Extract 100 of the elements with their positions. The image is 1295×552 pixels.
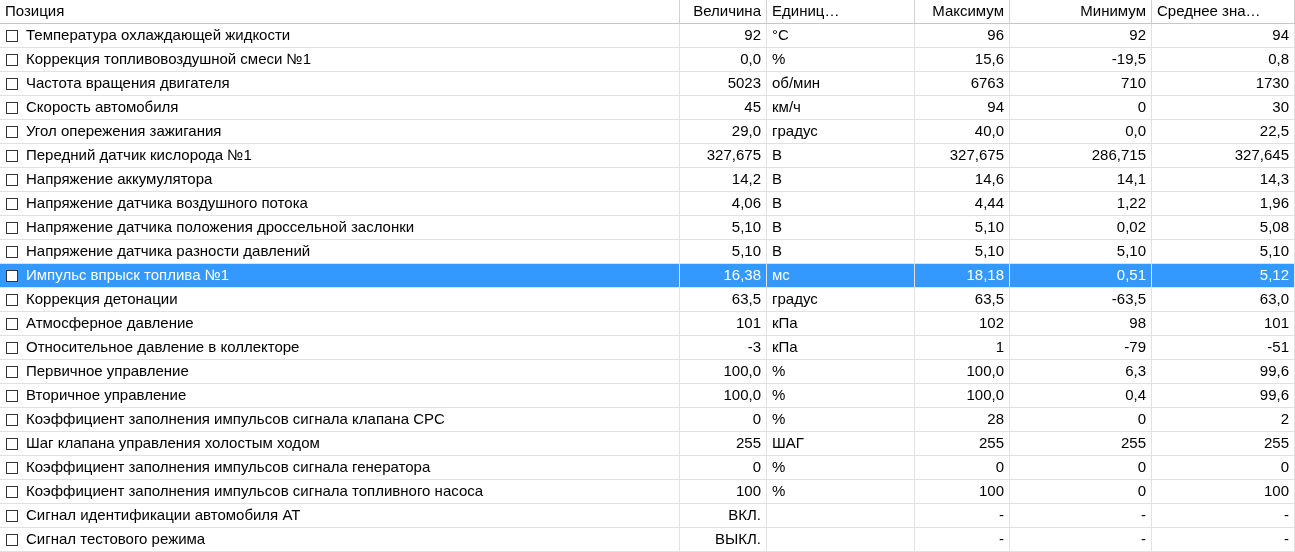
table-cell-text: Импульс впрыск топлива №1 <box>26 265 230 286</box>
table-cell-text: 100,0 <box>723 385 761 406</box>
column-header[interactable]: Среднее зна… <box>1152 0 1295 23</box>
table-cell-text: 5,12 <box>1259 265 1289 286</box>
table-row[interactable]: Сигнал тестового режима ВЫКЛ. - - - <box>0 528 1295 552</box>
table-cell-text: 255 <box>978 433 1004 454</box>
table-cell-text: 0 <box>752 409 761 430</box>
table-cell-text: Коэффициент заполнения импульсов сигнала клапана CPC <box>26 409 445 430</box>
checkbox[interactable] <box>6 341 18 354</box>
table-cell-text: градус <box>772 121 818 142</box>
table-cell-text: 4,44 <box>974 193 1004 214</box>
table-cell-text: -19,5 <box>1111 49 1146 70</box>
table-cell-text: Скорость автомобиля <box>26 97 179 118</box>
table-cell-text: 5,10 <box>731 217 761 238</box>
checkbox[interactable] <box>6 365 18 378</box>
checkbox[interactable] <box>6 197 18 210</box>
table-cell-text: 40,0 <box>974 121 1004 142</box>
checkbox[interactable] <box>6 437 18 450</box>
checkbox[interactable] <box>6 269 18 282</box>
table-row[interactable]: Температура охлаждающей жидкости 92 °C 96 92 94 <box>0 24 1295 48</box>
table-row[interactable]: Коррекция детонации 63,5 градус 63,5 -63,5 63,0 <box>0 288 1295 312</box>
table-row[interactable]: Атмосферное давление 101 кПа 102 98 101 <box>0 312 1295 336</box>
table-cell-text: ВЫКЛ. <box>714 529 761 550</box>
table-row[interactable]: Коэффициент заполнения импульсов сигнала топливного насоса 100 % 100 0 100 <box>0 480 1295 504</box>
checkbox[interactable] <box>6 533 18 546</box>
table-cell-text: об/мин <box>772 73 821 94</box>
table-cell-text: 94 <box>1272 25 1289 46</box>
table-row[interactable]: Шаг клапана управления холостым ходом 255 ШАГ 255 255 255 <box>0 432 1295 456</box>
table-row[interactable]: Напряжение аккумулятора 14,2 В 14,6 14,1 14,3 <box>0 168 1295 192</box>
checkbox[interactable] <box>6 461 18 474</box>
column-header[interactable]: Позиция <box>0 0 680 23</box>
table-cell-text: ШАГ <box>772 433 804 454</box>
table-cell-text: °C <box>772 25 789 46</box>
table-cell-text: 100 <box>1263 481 1289 502</box>
table-cell-text: 5,10 <box>731 241 761 262</box>
table-row[interactable]: Напряжение датчика разности давлений 5,10 В 5,10 5,10 5,10 <box>0 240 1295 264</box>
table-cell-text: 92 <box>1129 25 1146 46</box>
table-cell-text: - <box>1141 529 1146 550</box>
table-cell-text: 100 <box>978 481 1004 502</box>
checkbox[interactable] <box>6 509 18 522</box>
column-header[interactable]: Максимум <box>915 0 1010 23</box>
table-cell-text: 0,0 <box>740 49 761 70</box>
checkbox[interactable] <box>6 29 18 42</box>
table-row[interactable]: Сигнал идентификации автомобиля AT ВКЛ. - - - <box>0 504 1295 528</box>
table-cell-text: 0,4 <box>1125 385 1146 406</box>
table-cell-text: 255 <box>1263 433 1289 454</box>
table-row[interactable]: Напряжение датчика положения дроссельной заслонки 5,10 В 5,10 0,02 5,08 <box>0 216 1295 240</box>
table-row[interactable]: Вторичное управление 100,0 % 100,0 0,4 99,6 <box>0 384 1295 408</box>
table-cell-text: 63,5 <box>974 289 1004 310</box>
checkbox[interactable] <box>6 245 18 258</box>
table-cell-text: 255 <box>1120 433 1146 454</box>
checkbox[interactable] <box>6 53 18 66</box>
checkbox[interactable] <box>6 149 18 162</box>
table-cell-text: -51 <box>1267 337 1289 358</box>
table-cell-text: -79 <box>1124 337 1146 358</box>
table-row[interactable]: Скорость автомобиля 45 км/ч 94 0 30 <box>0 96 1295 120</box>
table-cell-text: 30 <box>1272 97 1289 118</box>
checkbox[interactable] <box>6 317 18 330</box>
table-cell-text: 63,5 <box>731 289 761 310</box>
checkbox[interactable] <box>6 173 18 186</box>
table-cell-text: 15,6 <box>974 49 1004 70</box>
table-cell-text: - <box>999 505 1004 526</box>
table-cell-text: 286,715 <box>1091 145 1146 166</box>
table-cell-text: 5,10 <box>1116 241 1146 262</box>
checkbox[interactable] <box>6 485 18 498</box>
table-row[interactable]: Напряжение датчика воздушного потока 4,06 В 4,44 1,22 1,96 <box>0 192 1295 216</box>
table-row[interactable]: Коэффициент заполнения импульсов сигнала генератора 0 % 0 0 0 <box>0 456 1295 480</box>
table-row[interactable]: Коррекция топливовоздушной смеси №1 0,0 % 15,6 -19,5 0,8 <box>0 48 1295 72</box>
table-row[interactable]: Относительное давление в коллекторе -3 кПа 1 -79 -51 <box>0 336 1295 360</box>
checkbox[interactable] <box>6 125 18 138</box>
table-cell-text: 100,0 <box>723 361 761 382</box>
column-header[interactable]: Величина <box>680 0 767 23</box>
table-row[interactable]: Угол опережения зажигания 29,0 градус 40,0 0,0 22,5 <box>0 120 1295 144</box>
table-cell-text: В <box>772 193 782 214</box>
table-cell-text: В <box>772 241 782 262</box>
table-cell-text: км/ч <box>772 97 801 118</box>
checkbox[interactable] <box>6 293 18 306</box>
table-row[interactable]: Частота вращения двигателя 5023 об/мин 6763 710 1730 <box>0 72 1295 96</box>
table-cell-text: % <box>772 361 786 382</box>
table-row[interactable]: Первичное управление 100,0 % 100,0 6,3 99,6 <box>0 360 1295 384</box>
checkbox[interactable] <box>6 101 18 114</box>
table-cell-text: 0,51 <box>1116 265 1146 286</box>
table-cell-text: 1,96 <box>1259 193 1289 214</box>
table-cell-text: % <box>772 49 786 70</box>
table-cell-text: Коэффициент заполнения импульсов сигнала генератора <box>26 457 431 478</box>
table-cell-text: 99,6 <box>1259 361 1289 382</box>
table-cell-text: 100 <box>735 481 761 502</box>
checkbox[interactable] <box>6 221 18 234</box>
table-cell-text: 14,1 <box>1116 169 1146 190</box>
checkbox[interactable] <box>6 77 18 90</box>
column-header[interactable]: Минимум <box>1010 0 1152 23</box>
table-cell-text: Сигнал идентификации автомобиля AT <box>26 505 301 526</box>
table-cell-text: Частота вращения двигателя <box>26 73 230 94</box>
checkbox[interactable] <box>6 413 18 426</box>
checkbox[interactable] <box>6 389 18 402</box>
table-cell-text: мс <box>772 265 790 286</box>
table-cell-text: - <box>1284 529 1289 550</box>
table-row[interactable]: Коэффициент заполнения импульсов сигнала клапана CPC 0 % 28 0 2 <box>0 408 1295 432</box>
table-row[interactable]: Передний датчик кислорода №1 327,675 В 327,675 286,715 327,645 <box>0 144 1295 168</box>
column-header[interactable]: Единиц… <box>767 0 915 23</box>
